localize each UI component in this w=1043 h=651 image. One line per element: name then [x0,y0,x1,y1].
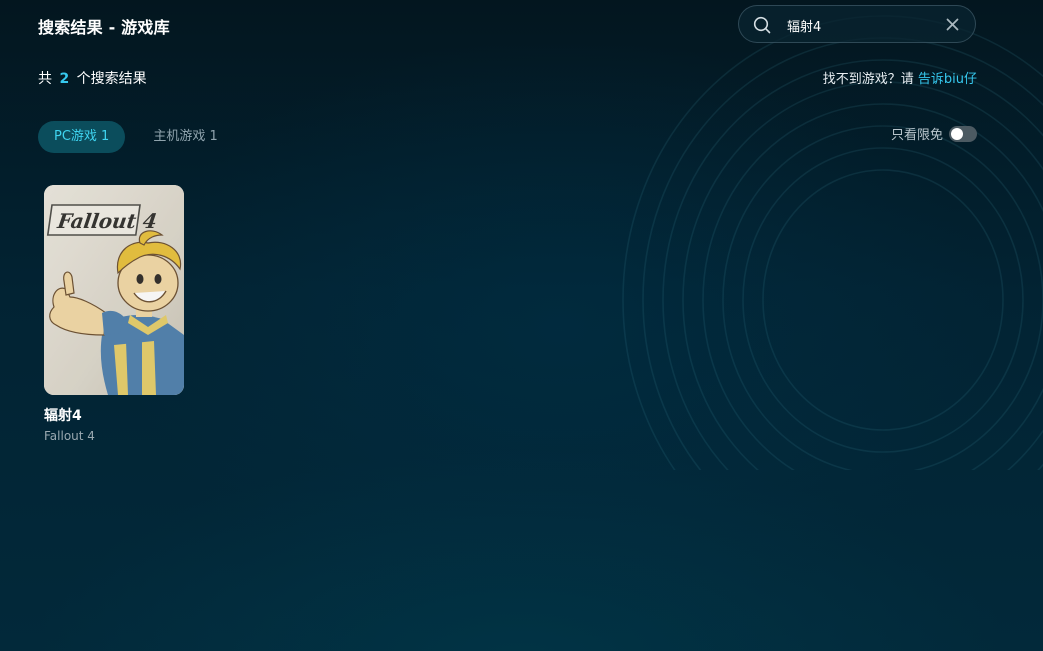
result-count-number: 2 [59,71,70,87]
search-input[interactable] [787,15,937,35]
page-title: 搜索结果 - 游戏库 [38,18,170,37]
game-card[interactable]: Fallout 4 辐射4 Fallout 4 [44,185,184,443]
result-count-suffix: 个搜索结果 [76,71,147,87]
tell-biu-link[interactable]: 告诉biu仔 [918,72,977,87]
game-subtitle: Fallout 4 [44,429,95,443]
free-only-filter: 只看限免 [891,124,977,143]
toggle-knob [951,127,963,140]
tab-console-games[interactable]: 主机游戏 1 [137,121,233,153]
vault-boy-cover-art: Fallout 4 [44,185,184,395]
platform-tabs: PC游戏 1 主机游戏 1 [38,121,246,153]
game-cover-image[interactable]: Fallout 4 [44,185,184,395]
result-count: 共 2 个搜索结果 [38,68,147,88]
missing-game-text: 找不到游戏？请 [822,72,914,87]
free-only-label: 只看限免 [890,128,943,143]
tab-pc-games[interactable]: PC游戏 1 [38,121,126,153]
result-count-prefix: 共 [38,71,52,87]
search-box[interactable] [738,5,976,43]
game-title[interactable]: 辐射4 [44,405,184,425]
free-only-toggle[interactable] [949,125,977,142]
clear-search-icon[interactable] [946,18,959,31]
missing-game-help: 找不到游戏？请 告诉biu仔 [823,68,977,87]
search-icon[interactable] [753,16,771,34]
